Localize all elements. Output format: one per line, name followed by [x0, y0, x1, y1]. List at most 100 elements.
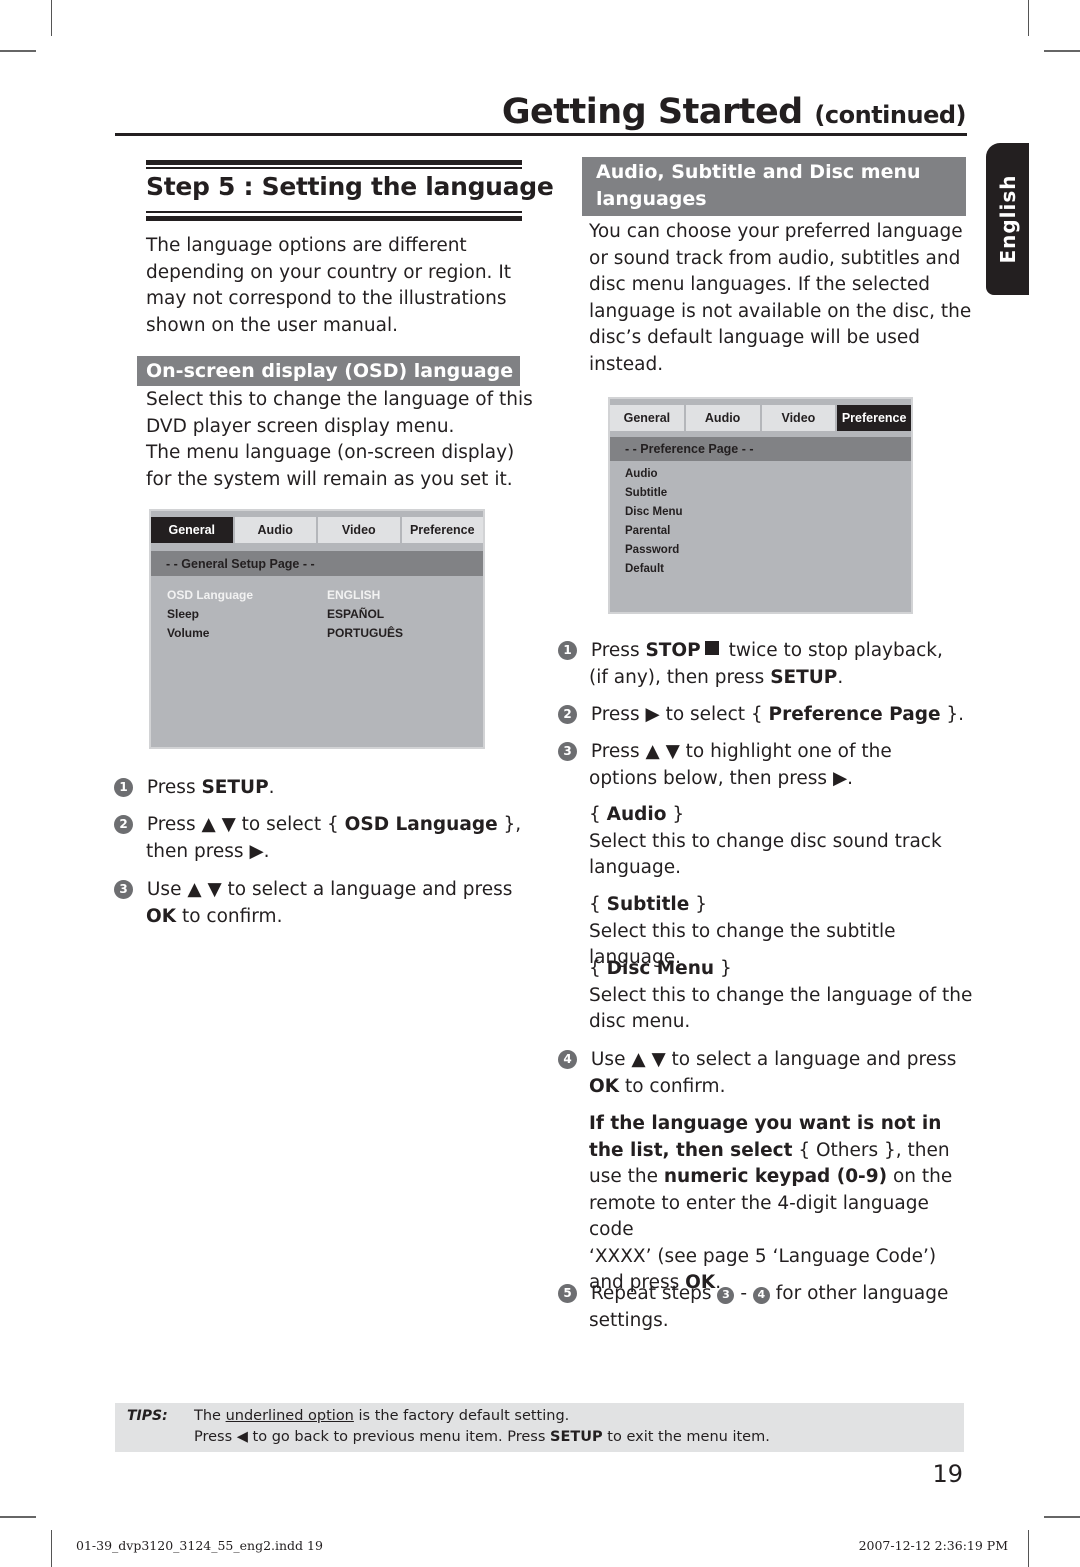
text: to confirm. [176, 905, 283, 927]
crop-mark [1028, 1530, 1029, 1567]
note-bold: the list, then select [589, 1139, 793, 1161]
key-name: SETUP [201, 777, 269, 798]
key-name: STOP [645, 640, 701, 661]
right-step-4: 4 Use ▲ ▼ to select a language and press… [558, 1047, 978, 1100]
text-line: options below, then press ▶. [589, 767, 854, 789]
text: }, [497, 814, 522, 835]
crop-mark [51, 0, 52, 36]
osd-tab-audio: Audio [685, 405, 760, 431]
step-number-icon: 4 [558, 1049, 577, 1069]
text-line: Select this to change disc sound track [589, 830, 942, 852]
osd-tab-video: Video [761, 405, 836, 431]
left-step-2: 2 Press ▲ ▼ to select { OSD Language }, … [114, 812, 534, 865]
text-line: disc’s default language will be used [589, 327, 921, 348]
text: Press [590, 640, 646, 661]
key-name: SETUP [770, 666, 838, 688]
page-title-text: Getting Started [501, 92, 803, 132]
text-line: language. [589, 857, 682, 878]
right-intro-paragraph: You can choose your preferred language o… [589, 219, 971, 378]
heading-line: Audio, Subtitle and Disc menu [596, 161, 921, 183]
text: Use ▲ ▼ to select a language and press [590, 1049, 957, 1070]
step-number-icon: 2 [114, 814, 133, 834]
text: twice to stop playback, [722, 640, 943, 661]
right-step-1: 1 Press STOP twice to stop playback, (if… [558, 638, 978, 691]
stop-icon [704, 641, 719, 655]
text: use the [589, 1166, 664, 1187]
crop-mark [1028, 0, 1029, 36]
page-title-suffix: (continued) [814, 101, 966, 129]
step-number-icon: 5 [558, 1283, 577, 1303]
note-bold: If the language you want is not in [589, 1113, 942, 1134]
osd-item-label: Disc Menu [625, 506, 683, 518]
step-reference-icon: 3 [717, 1286, 735, 1304]
text-line: You can choose your preferred language [589, 221, 963, 242]
osd-tab-preference: Preference [837, 405, 911, 431]
crop-mark [0, 50, 36, 52]
option-name: Audio [606, 804, 667, 825]
text: Press ▲ ▼ to highlight one of the [590, 741, 892, 762]
text: { Others }, then [792, 1139, 950, 1161]
osd-item-label: Default [625, 563, 664, 575]
osd-tab-bar: General Audio Video Preference [610, 405, 911, 431]
text-line: The menu language (on-screen display) [146, 442, 515, 463]
intro-paragraph: The language options are different depen… [146, 233, 511, 339]
key-name: OK [589, 1075, 620, 1097]
osd-page-title: - - General Setup Page - - [151, 551, 483, 576]
option-name: Preference Page [768, 704, 941, 725]
text: (if any), then press [589, 666, 771, 688]
option-disc-menu: { Disc Menu } Select this to change the … [589, 956, 979, 1036]
osd-item-label: OSD Language [167, 588, 254, 602]
crop-mark [0, 1516, 36, 1518]
text-line: disc menu languages. If the selected [589, 274, 931, 295]
option-name: Subtitle [606, 894, 690, 915]
text: - [734, 1283, 753, 1304]
crop-mark [51, 1530, 52, 1567]
option-name: Disc Menu [606, 958, 715, 979]
osd-tab-general: General [151, 517, 233, 543]
step-number-icon: 1 [558, 640, 577, 660]
osd-tab-video: Video [318, 517, 400, 543]
osd-item-label: Subtitle [625, 487, 668, 499]
text-line: depending on your country or region. It [146, 261, 512, 283]
page-title: Getting Started (continued) [501, 92, 967, 132]
text-line: DVD player screen display menu. [146, 415, 455, 437]
text: Use ▲ ▼ to select a language and press [146, 879, 513, 900]
text: is the factory default setting. [353, 1408, 570, 1424]
language-side-tab-label: English [995, 174, 1020, 264]
text: Press [194, 1429, 237, 1445]
text: for other language [769, 1283, 949, 1304]
left-step-1: 1 Press SETUP. [114, 775, 534, 802]
audio-subtitle-section-heading: Audio, Subtitle and Disc menu languages [582, 157, 966, 216]
title-rule [146, 211, 522, 213]
footer-filename: 01-39_dvp3120_3124_55_eng2.indd 19 [76, 1538, 323, 1553]
text-line: disc menu. [589, 1011, 691, 1032]
text-line: may not correspond to the illustrations [146, 288, 507, 309]
osd-item-label: Sleep [167, 607, 200, 621]
left-step-3: 3 Use ▲ ▼ to select a language and press… [114, 877, 534, 930]
text-line: Select this to change the language of th… [589, 984, 973, 1006]
general-setup-screen: General Audio Video Preference - - Gener… [149, 509, 485, 749]
tips-line: The underlined option is the factory def… [194, 1408, 569, 1424]
text-line: shown on the user manual. [146, 314, 398, 336]
right-step-3: 3 Press ▲ ▼ to highlight one of the opti… [558, 739, 978, 792]
text-line: for the system will remain as you set it… [146, 468, 513, 490]
tips-line: Press ◀ to go back to previous menu item… [194, 1429, 770, 1445]
footer-timestamp: 2007-12-12 2:36:19 PM [858, 1538, 1008, 1553]
text: Press ▶ to select { [590, 704, 769, 725]
step-number-icon: 2 [558, 704, 577, 724]
osd-section-description: Select this to change the language of th… [146, 387, 533, 493]
other-language-note: If the language you want is not in the l… [589, 1111, 979, 1297]
osd-page-title: - - Preference Page - - [610, 437, 911, 461]
text: to go back to previous menu item. Press [247, 1429, 551, 1445]
key-name: SETUP [550, 1429, 603, 1445]
text-line: The language options are different [146, 235, 467, 256]
osd-section-heading: On-screen display (OSD) language [137, 356, 520, 386]
text-line: then press ▶. [146, 840, 270, 862]
text: }. [940, 704, 965, 725]
title-rule [146, 160, 522, 165]
text: Press ▲ ▼ to select { [146, 814, 345, 835]
right-step-5: 5 Repeat steps 3 - 4 for other language … [558, 1281, 978, 1334]
text-line: settings. [589, 1309, 669, 1331]
osd-item-value: ESPAÑOL [327, 607, 385, 621]
step-number-icon: 3 [114, 879, 133, 899]
